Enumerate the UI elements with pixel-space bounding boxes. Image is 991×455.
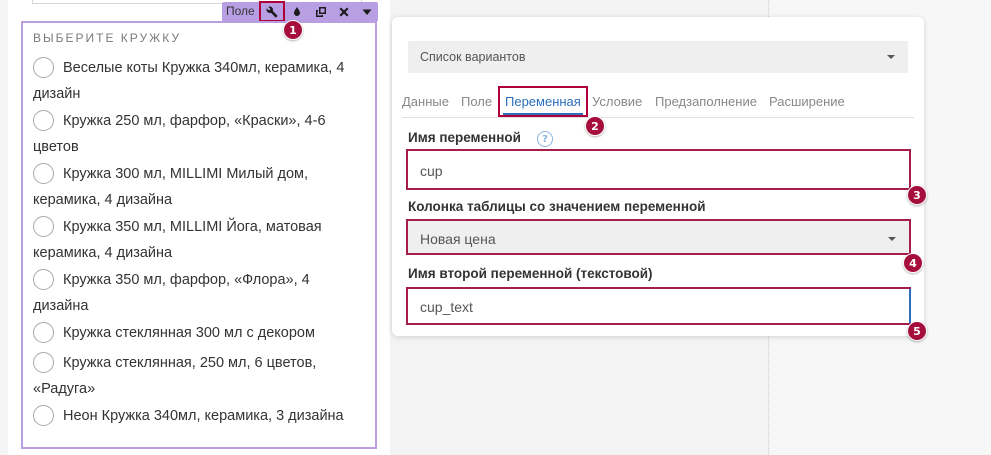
column-select[interactable]: Новая цена	[406, 219, 911, 255]
radio-option[interactable]: Неон Кружка 340мл, керамика, 3 дизайна	[33, 403, 359, 429]
radio-option-label: Кружка 350 мл, фарфор, «Флора», 4 дизайн…	[33, 272, 310, 314]
second-variable-input[interactable]: cup_text	[406, 287, 911, 325]
radio-button[interactable]	[33, 352, 54, 373]
radio-option-label: Веселые коты Кружка 340мл, керамика, 4 д…	[33, 60, 345, 102]
field-title: ВЫБЕРИТЕ КРУЖКУ	[33, 31, 181, 45]
tab-data[interactable]: Данные	[402, 94, 449, 109]
radio-option-label: Кружка 300 мл, MILLIMI Милый дом, керами…	[33, 166, 309, 208]
variable-name-label: Имя переменной	[408, 130, 521, 145]
settings-tabs: Данные Поле Переменная Условие Предзапол…	[402, 86, 914, 118]
radio-button[interactable]	[33, 163, 54, 184]
tab-prefill[interactable]: Предзаполнение	[655, 94, 757, 109]
active-tab-indicator	[503, 113, 583, 115]
variable-name-value: cup	[420, 163, 443, 179]
radio-button[interactable]	[33, 269, 54, 290]
tab-field[interactable]: Поле	[461, 94, 492, 109]
caret-down-icon	[362, 9, 372, 15]
tab-condition[interactable]: Условие	[592, 94, 642, 109]
tab-extension[interactable]: Расширение	[769, 94, 845, 109]
tab-variable-label: Переменная	[505, 94, 581, 109]
input-focus-edge	[909, 289, 911, 323]
radio-button[interactable]	[33, 322, 54, 343]
radio-button[interactable]	[33, 57, 54, 78]
radio-button[interactable]	[33, 216, 54, 237]
chevron-down-icon	[888, 237, 896, 241]
radio-button[interactable]	[33, 405, 54, 426]
step-marker-5: 5	[907, 321, 927, 341]
chevron-down-icon	[887, 55, 895, 59]
drop-icon	[294, 6, 300, 16]
variable-name-input[interactable]: cup	[406, 149, 911, 190]
field-type-select[interactable]: Список вариантов	[408, 41, 908, 73]
radio-option-label: Неон Кружка 340мл, керамика, 3 дизайна	[63, 408, 344, 424]
step-marker-1: 1	[283, 20, 303, 40]
copy-icon	[316, 6, 326, 17]
help-icon[interactable]: ?	[537, 131, 553, 147]
more-button[interactable]	[358, 3, 376, 20]
toolbar-label: Поле	[226, 4, 255, 18]
radio-option[interactable]: Веселые коты Кружка 340мл, керамика, 4 д…	[33, 55, 359, 107]
field-settings-button[interactable]	[259, 1, 285, 22]
step-marker-4: 4	[903, 253, 923, 273]
radio-option[interactable]: Кружка стеклянная, 250 мл, 6 цветов, «Ра…	[33, 350, 359, 402]
radio-option-label: Кружка стеклянная, 250 мл, 6 цветов, «Ра…	[33, 355, 317, 397]
column-label: Колонка таблицы со значением переменной	[408, 199, 706, 214]
step-marker-2: 2	[585, 116, 605, 136]
field-type-value: Список вариантов	[420, 50, 526, 64]
wrench-icon	[266, 6, 278, 17]
radio-option-label: Кружка 350 мл, MILLIMI Йога, матовая кер…	[33, 219, 322, 261]
tab-variable[interactable]: Переменная	[498, 86, 588, 117]
field-toolbar: Поле	[222, 1, 378, 22]
radio-option[interactable]: Кружка 350 мл, MILLIMI Йога, матовая кер…	[33, 214, 359, 266]
column-value: Новая цена	[420, 231, 496, 247]
radio-option[interactable]: Кружка стеклянная 300 мл с декором	[33, 320, 359, 346]
radio-option[interactable]: Кружка 350 мл, фарфор, «Флора», 4 дизайн…	[33, 267, 359, 319]
radio-field-widget[interactable]: ВЫБЕРИТЕ КРУЖКУ Веселые коты Кружка 340м…	[21, 21, 377, 449]
delete-button[interactable]	[335, 3, 353, 20]
radio-option[interactable]: Кружка 300 мл, MILLIMI Милый дом, керами…	[33, 161, 359, 213]
second-variable-value: cup_text	[420, 299, 473, 315]
step-marker-3: 3	[907, 185, 927, 205]
radio-option[interactable]: Кружка 250 мл, фарфор, «Краски», 4-6 цве…	[33, 108, 359, 160]
duplicate-button[interactable]	[312, 3, 330, 20]
radio-option-label: Кружка 250 мл, фарфор, «Краски», 4-6 цве…	[33, 113, 326, 155]
field-settings-panel: Список вариантов Данные Поле Переменная …	[392, 17, 924, 336]
style-button[interactable]	[288, 3, 306, 20]
second-variable-label: Имя второй переменной (текстовой)	[408, 266, 653, 281]
radio-button[interactable]	[33, 110, 54, 131]
radio-option-label: Кружка стеклянная 300 мл с декором	[63, 325, 315, 341]
close-icon	[339, 7, 349, 16]
